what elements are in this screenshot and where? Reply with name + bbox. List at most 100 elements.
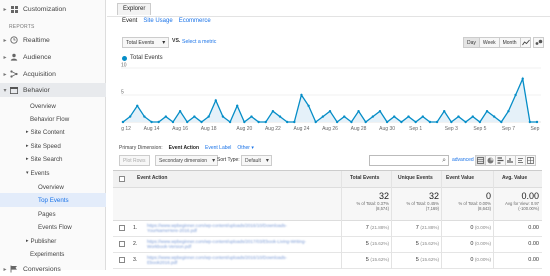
data-point <box>400 120 403 124</box>
select-all-checkbox[interactable] <box>119 176 125 182</box>
cell-avg-value: 0.00 <box>528 257 539 263</box>
x-tick-label: Sep 3 <box>445 126 458 132</box>
row-number: 3. <box>133 257 138 263</box>
data-point <box>492 115 496 118</box>
table-header: Event Action Total Events Unique Events … <box>113 171 542 188</box>
metric-select[interactable]: Total Events <box>122 37 170 48</box>
sidebar-item-events-overview[interactable]: Overview <box>0 180 106 194</box>
chevron-down-icon: ▾ <box>251 145 254 151</box>
data-point <box>535 120 539 124</box>
sidebar-item-label: Events <box>30 169 50 177</box>
data-point <box>414 120 417 124</box>
unique-percent: (15.62%) <box>420 241 439 246</box>
sidebar-item-pages[interactable]: Pages <box>0 207 106 221</box>
avg-value-total: 0.00 Avg for View: 0.97 (-100.00%) <box>495 191 539 211</box>
sidebar-item-customization[interactable]: ▸ Customization <box>0 2 106 16</box>
col-event-value[interactable]: Event Value <box>446 175 474 181</box>
cell-event-value: 0 (0.00%) <box>443 241 491 247</box>
sidebar-item-events-flow[interactable]: Events Flow <box>0 220 106 234</box>
cell-total-events: 5 (15.62%) <box>343 257 389 263</box>
data-point <box>164 115 168 118</box>
day-button[interactable]: Day <box>463 37 480 48</box>
sidebar-item-realtime[interactable]: ▸ Realtime <box>0 33 106 47</box>
sidebar-item-acquisition[interactable]: ▸ Acquisition <box>0 67 106 81</box>
select-metric-link[interactable]: Select a metric <box>182 39 216 45</box>
data-point <box>443 110 446 113</box>
line-chart-icon[interactable] <box>520 37 531 48</box>
month-button[interactable]: Month <box>498 37 521 48</box>
event-action-link[interactable]: https://www.wpbeginner.com/wp-content/up… <box>147 255 317 266</box>
sidebar-item-site-content[interactable]: ▸ Site Content <box>0 125 106 139</box>
col-total-events[interactable]: Total Events <box>350 175 379 181</box>
pivot-icon[interactable] <box>525 155 536 166</box>
value-amount: 0 <box>470 257 474 263</box>
plot-rows-button[interactable]: Plot Rows <box>119 155 150 166</box>
motion-chart-icon[interactable] <box>533 37 544 48</box>
data-point <box>507 110 510 113</box>
data-point <box>221 115 225 118</box>
x-tick-label: Aug 24 <box>294 126 310 132</box>
col-avg-value[interactable]: Avg. Value <box>502 175 527 181</box>
sidebar-item-conversions[interactable]: ▸ Conversions <box>0 262 106 276</box>
sidebar-item-overview[interactable]: Overview <box>0 99 106 113</box>
sidebar-item-events[interactable]: ▾ Events <box>0 166 106 180</box>
tab-explorer[interactable]: Explorer <box>117 3 152 15</box>
total-events-value: 32 <box>378 191 389 201</box>
data-point <box>357 110 360 113</box>
advanced-filter-link[interactable]: advanced <box>452 157 474 163</box>
sidebar-item-experiments[interactable]: Experiments <box>0 247 106 261</box>
event-value-total: 0 % of Total: 0.00% (8,643) <box>443 191 491 211</box>
sidebar-item-behavior[interactable]: ▾ Behavior <box>0 83 106 97</box>
sidebar-item-label: Realtime <box>23 36 50 44</box>
sort-type-select[interactable]: Default <box>241 155 272 166</box>
dimension-other-label: Other <box>237 145 250 151</box>
row-checkbox[interactable] <box>119 241 125 247</box>
dimension-other[interactable]: Other ▾ <box>237 145 253 151</box>
col-event-action[interactable]: Event Action <box>137 175 167 181</box>
data-point <box>321 115 325 118</box>
data-point <box>207 115 210 118</box>
data-point <box>343 115 346 118</box>
data-point <box>521 77 524 80</box>
primary-dimension-label: Primary Dimension: <box>119 145 163 151</box>
col-unique-events[interactable]: Unique Events <box>398 175 433 181</box>
sidebar-item-site-search[interactable]: ▸ Site Search <box>0 152 106 166</box>
data-point <box>250 115 253 118</box>
value-percent: (0.00%) <box>474 257 491 262</box>
person-icon <box>10 53 18 61</box>
grid-icon <box>10 5 18 13</box>
row-checkbox[interactable] <box>119 225 125 231</box>
sidebar-item-label: Conversions <box>23 265 61 273</box>
dimension-event-label[interactable]: Event Label <box>205 145 231 151</box>
data-point <box>171 120 175 124</box>
total-percent: (15.62%) <box>370 257 389 262</box>
table-search-input[interactable]: ⌕ <box>369 155 449 166</box>
row-checkbox[interactable] <box>119 257 125 263</box>
subtab-ecommerce[interactable]: Ecommerce <box>179 18 211 24</box>
cell-event-value: 0 (0.00%) <box>443 257 491 263</box>
secondary-dimension-select[interactable]: Secondary dimension <box>155 155 219 166</box>
sidebar-item-site-speed[interactable]: ▸ Site Speed <box>0 139 106 153</box>
event-action-link[interactable]: https://www.wpbeginner.com/wp-content/up… <box>147 223 317 234</box>
cell-unique-events: 5 (15.62%) <box>393 241 439 247</box>
data-point <box>421 115 424 118</box>
unique-count: 7 <box>415 225 419 231</box>
event-action-link[interactable]: https://www.wpbeginner.com/wp-content/up… <box>147 239 317 250</box>
sidebar-item-top-events[interactable]: Top Events <box>0 193 106 207</box>
column-divider <box>493 171 494 269</box>
data-point <box>257 120 260 124</box>
column-divider <box>341 171 342 269</box>
subtab-event[interactable]: Event <box>122 18 137 24</box>
x-tick-label: Aug 26 <box>322 126 338 132</box>
cell-total-events: 7 (21.88%) <box>343 225 389 231</box>
value-percent: (0.00%) <box>474 225 491 230</box>
table-row: 1. https://www.wpbeginner.com/wp-content… <box>113 221 542 237</box>
sidebar-item-behavior-flow[interactable]: Behavior Flow <box>0 112 106 126</box>
data-point <box>385 120 389 124</box>
chevron-right-icon: ▸ <box>3 71 7 78</box>
sidebar-item-audience[interactable]: ▸ Audience <box>0 50 106 64</box>
data-point <box>471 115 474 118</box>
subtab-site-usage[interactable]: Site Usage <box>143 18 172 24</box>
sidebar-item-publisher[interactable]: ▸ Publisher <box>0 234 106 248</box>
week-button[interactable]: Week <box>478 37 500 48</box>
